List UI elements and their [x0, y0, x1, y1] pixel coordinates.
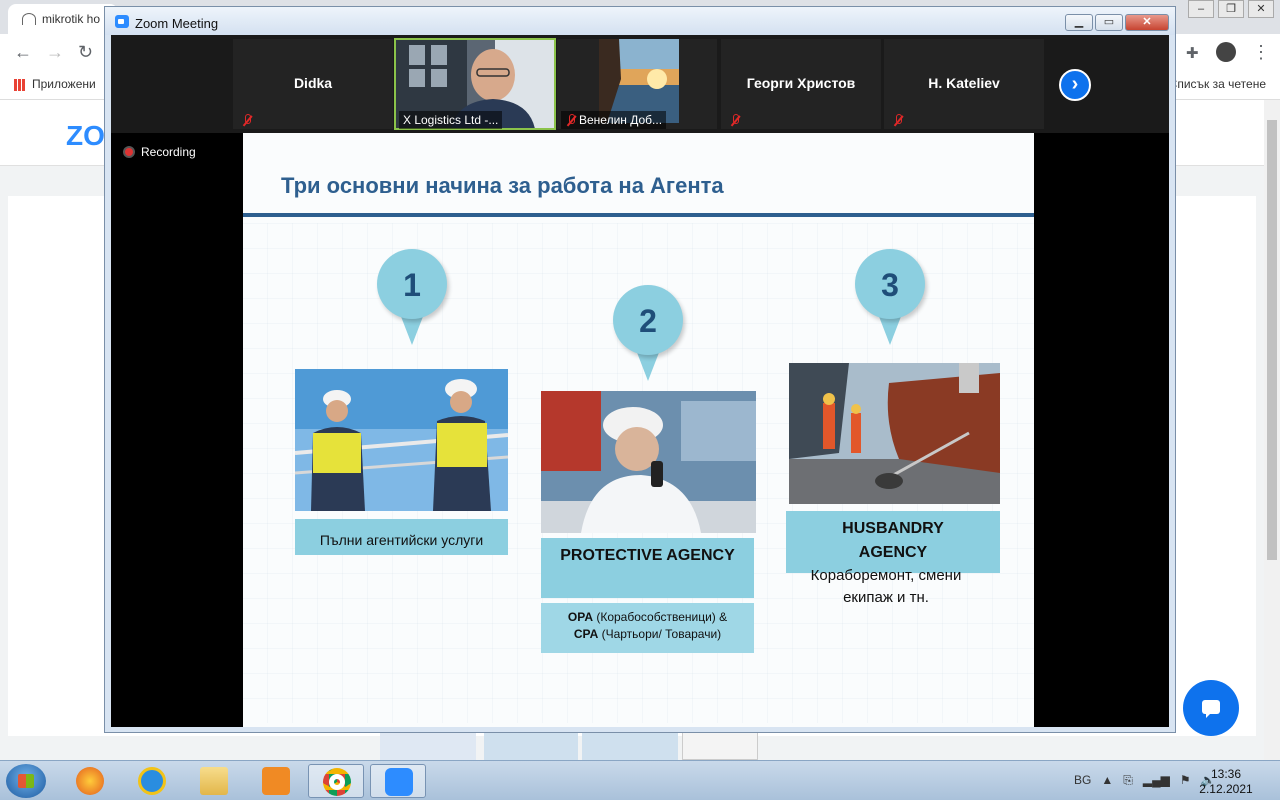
participant-strip: Didka X Logistics Ltd -... Венелин Доб..…: [111, 35, 1169, 133]
reading-list[interactable]: Списък за четене: [1169, 77, 1266, 91]
firefox-icon: [76, 767, 104, 795]
label-protective-agency: PROTECTIVE AGENCY: [541, 538, 754, 598]
zoom-window: Zoom Meeting ▁ ▭ ✕ Didka X Logistics Ltd…: [104, 6, 1176, 733]
flag-icon[interactable]: ⚑: [1180, 773, 1191, 788]
close-button[interactable]: ✕: [1125, 14, 1169, 31]
chat-bubble-icon: [1202, 700, 1220, 714]
zoom-icon: [385, 768, 413, 796]
kebab-menu-icon[interactable]: ⋮: [1252, 42, 1270, 63]
firefox-taskbar-button[interactable]: [62, 764, 118, 798]
back-arrow-icon[interactable]: ←: [14, 42, 32, 63]
apps-grid-icon: [14, 78, 26, 91]
next-page-button[interactable]: ›: [1059, 69, 1091, 101]
scroll-thumb[interactable]: [1267, 120, 1277, 560]
participant-tile[interactable]: Didka: [233, 39, 393, 129]
media-player-icon: [262, 767, 290, 795]
internet-explorer-icon: [138, 767, 166, 795]
page-scrollbar[interactable]: [1264, 100, 1280, 760]
zoom-content: Didka X Logistics Ltd -... Венелин Доб..…: [111, 35, 1169, 727]
folder-icon: [200, 767, 228, 795]
label-full-agency: Пълни агентийски услуги: [295, 519, 508, 555]
number-pin-3: 3: [855, 249, 925, 345]
minimize-icon[interactable]: –: [1188, 0, 1214, 18]
chrome-taskbar-button[interactable]: [308, 764, 364, 798]
close-icon[interactable]: ✕: [1248, 0, 1274, 18]
start-button[interactable]: [6, 764, 46, 798]
participant-tile-active[interactable]: X Logistics Ltd -...: [394, 38, 556, 130]
thumbnail: [682, 732, 758, 760]
participant-name: Георги Христов: [746, 75, 856, 91]
participant-tile[interactable]: Венелин Доб...: [557, 39, 717, 129]
network-icon[interactable]: ▂▄▆: [1143, 773, 1170, 788]
label-husbandry-agency: HUSBANDRY AGENCY: [786, 511, 1000, 573]
usb-icon[interactable]: ⎘: [1123, 773, 1133, 788]
browser-tab[interactable]: mikrotik ho: [8, 4, 118, 34]
thumbnail: [380, 732, 476, 760]
photo-ship-mooring: [789, 363, 1000, 504]
zoom-taskbar-button[interactable]: [370, 764, 426, 798]
participant-name: Didka: [293, 75, 333, 91]
title-divider: [243, 213, 1034, 217]
system-tray: BG ▲ ⎘ ▂▄▆ ⚑ 🔈: [1074, 773, 1216, 788]
mikrotik-icon: [22, 13, 36, 25]
bookmark-apps[interactable]: Приложени: [14, 77, 96, 91]
thumbnail: [582, 732, 678, 760]
avatar[interactable]: [1216, 42, 1236, 62]
muted-mic-icon: [729, 114, 741, 126]
muted-mic-icon: [241, 114, 253, 126]
photo-officer-with-radio: [541, 391, 756, 533]
participant-name: Венелин Доб...: [579, 113, 663, 127]
clock[interactable]: 13:36 2.12.2021 г.: [1196, 767, 1256, 800]
protective-agency-detail: OPA (Корабособственици) & CPA (Чартьори/…: [541, 603, 754, 653]
explorer-taskbar-button[interactable]: [186, 764, 242, 798]
participant-tile[interactable]: Георги Христов: [721, 39, 881, 129]
zoom-window-controls: ▁ ▭ ✕: [1065, 14, 1169, 31]
media-taskbar-button[interactable]: [248, 764, 304, 798]
muted-mic-icon: [892, 114, 904, 126]
zoom-logo: ZO: [66, 120, 105, 151]
zoom-window-title: Zoom Meeting: [135, 16, 219, 31]
restore-icon[interactable]: ❐: [1218, 0, 1244, 18]
chrome-icon: [323, 768, 351, 796]
record-icon: [123, 146, 135, 158]
slide-title: Три основни начина за работа на Агента: [281, 173, 724, 198]
photo-workers-on-deck: [295, 369, 508, 511]
muted-mic-icon: [565, 114, 577, 126]
zoom-titlebar[interactable]: Zoom Meeting ▁ ▭ ✕: [105, 7, 1175, 35]
shared-slide: Три основни начина за работа на Агента 1: [243, 133, 1034, 727]
browser-window-controls: – ❐ ✕: [1188, 0, 1274, 18]
recording-label: Recording: [141, 145, 196, 159]
taskbar: BG ▲ ⎘ ▂▄▆ ⚑ 🔈 13:36 2.12.2021 г.: [0, 760, 1280, 800]
recording-indicator[interactable]: Recording: [123, 145, 196, 159]
maximize-button[interactable]: ▭: [1095, 14, 1123, 31]
extensions-icon[interactable]: ✚: [1186, 44, 1199, 62]
number-pin-2: 2: [613, 285, 683, 381]
language-indicator[interactable]: BG: [1074, 773, 1091, 788]
participant-name: H. Kateliev: [928, 75, 1000, 91]
ie-taskbar-button[interactable]: [124, 764, 180, 798]
zoom-camera-icon: [115, 15, 129, 28]
background-thumbnails: [380, 732, 780, 760]
reload-icon[interactable]: ↻: [78, 42, 93, 63]
browser-tab-title: mikrotik ho: [42, 12, 101, 26]
chevron-right-icon: ›: [1071, 73, 1079, 95]
clock-time: 13:36: [1210, 767, 1242, 781]
show-hidden-icons[interactable]: ▲: [1101, 773, 1113, 788]
participant-name: X Logistics Ltd -...: [399, 111, 503, 129]
husbandry-caption: Кораборемонт, смени екипаж и тн.: [810, 567, 962, 606]
number-pin-1: 1: [377, 249, 447, 345]
clock-date: 2.12.2021 г.: [1199, 782, 1253, 800]
minimize-button[interactable]: ▁: [1065, 14, 1093, 31]
thumbnail: [484, 732, 578, 760]
forward-arrow-icon[interactable]: →: [46, 42, 64, 63]
participant-tile[interactable]: H. Kateliev: [884, 39, 1044, 129]
chat-button[interactable]: [1183, 680, 1239, 736]
